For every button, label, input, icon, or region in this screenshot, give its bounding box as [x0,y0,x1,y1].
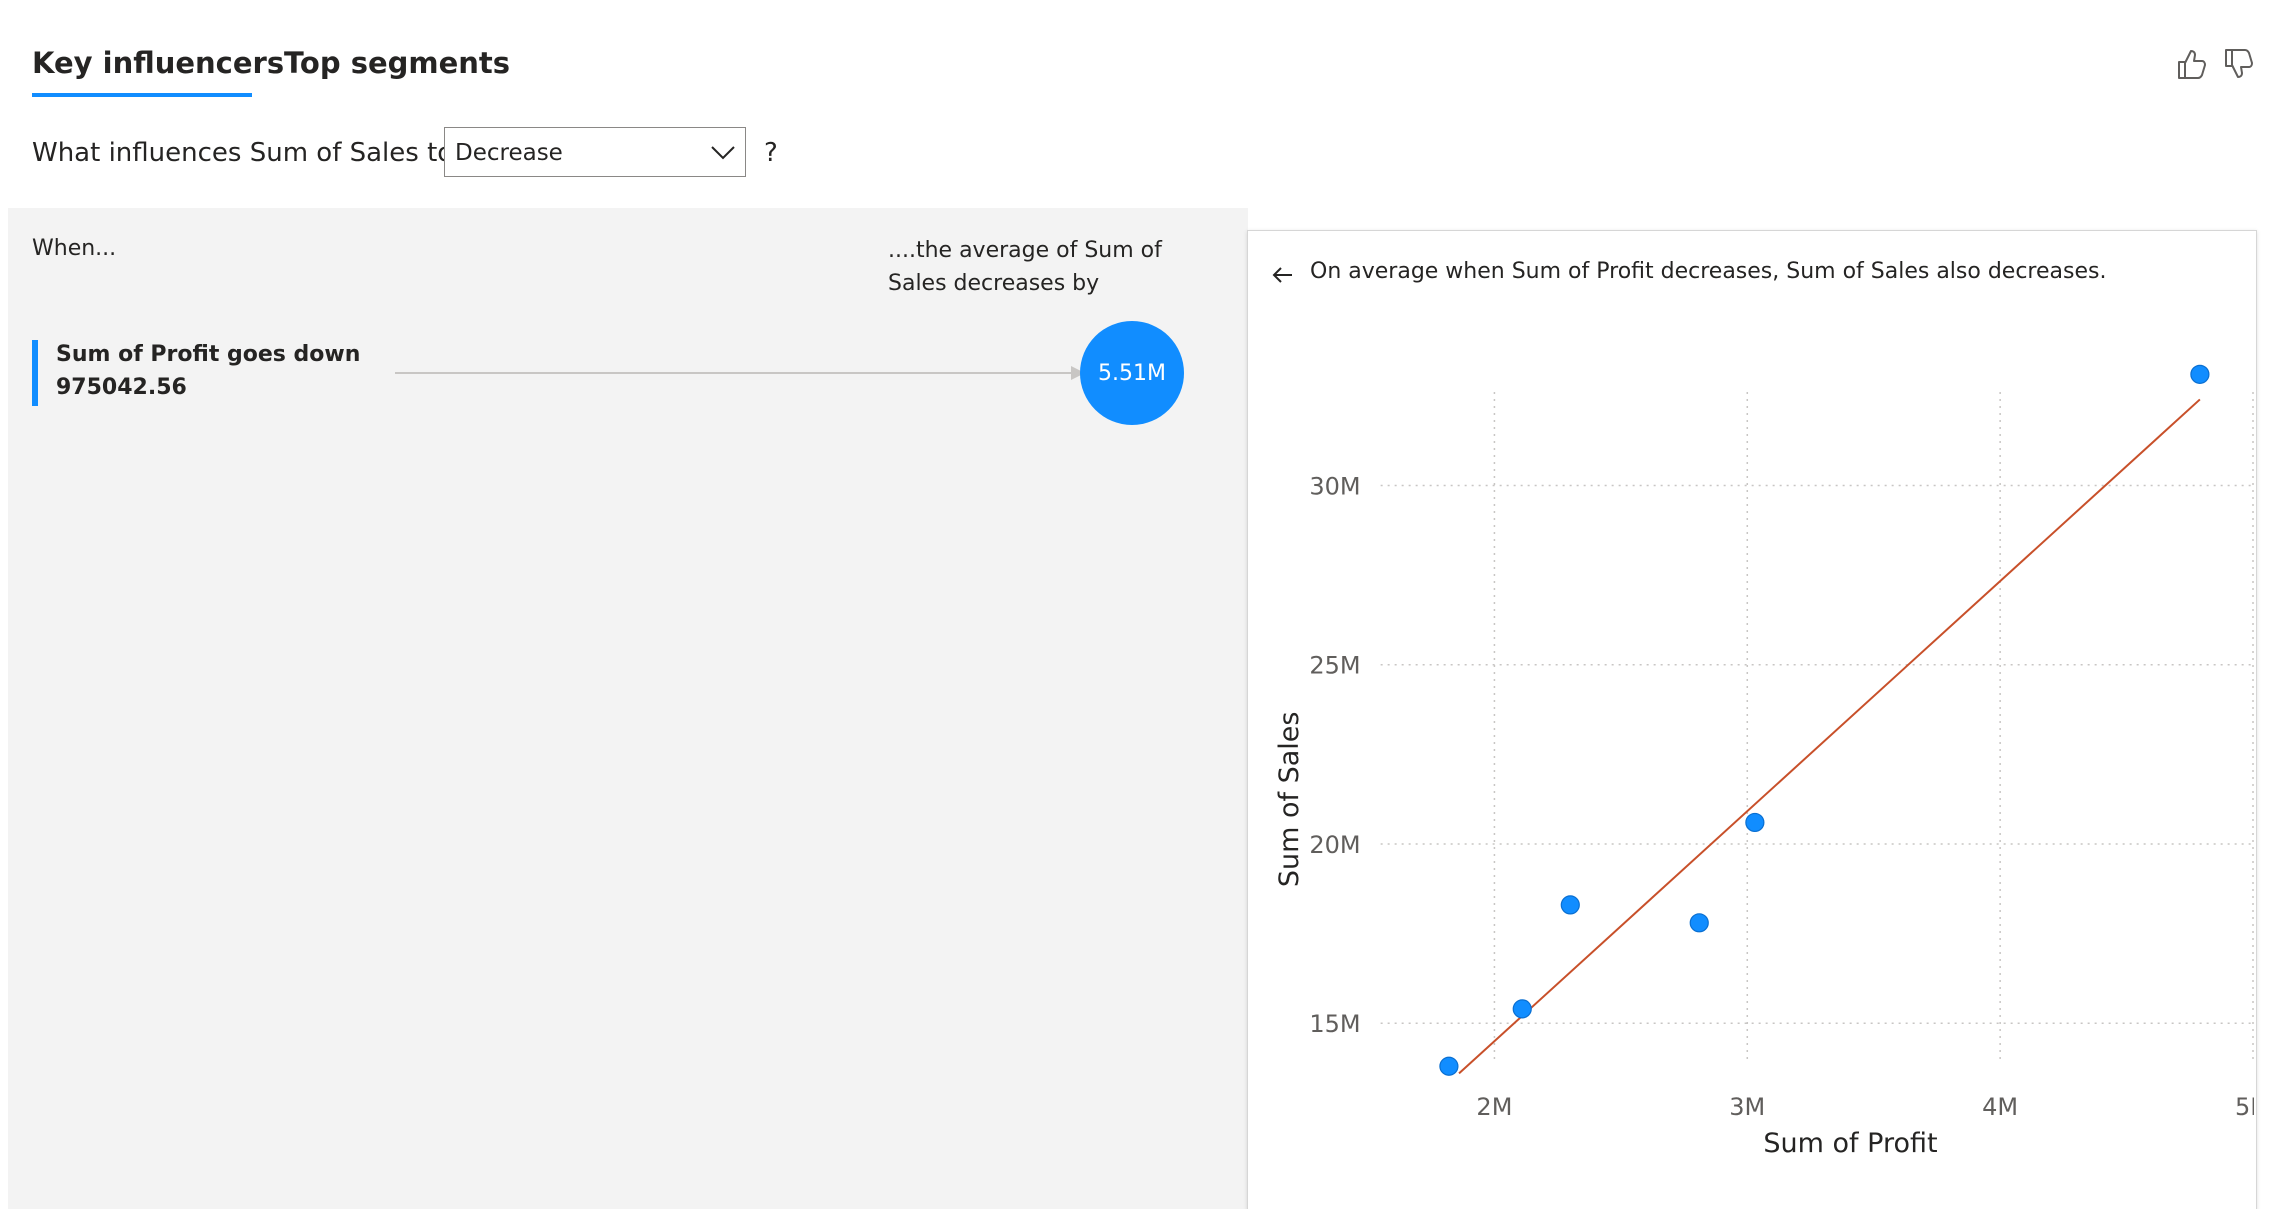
question-label: What influences Sum of Sales to [32,138,454,168]
x-tick-label: 3M [1729,1093,1765,1121]
selected-indicator [32,340,38,406]
scatter-point [1560,895,1580,915]
x-tick-label: 5M [2235,1093,2254,1121]
y-axis-title: Sum of Sales [1274,712,1305,888]
outcome-dropdown[interactable]: Decrease [444,127,746,177]
influencer-value: 975042.56 [56,375,187,400]
scatter-point [2190,364,2210,384]
when-column-header: When... [32,236,117,261]
x-tick-label: 2M [1476,1093,1512,1121]
scatter-point [1745,812,1765,833]
scatter-chart: 2M 3M 4M 5M 15M 20M 25M 30M Sum of Profit Sum of … [1274,364,2254,1159]
influencer-connector-arrow [395,366,1085,380]
thumbs-up-icon[interactable] [2175,46,2209,82]
scatter-point [1689,913,1709,933]
back-arrow-icon[interactable] [1270,260,1296,290]
scatter-point [1512,999,1532,1019]
y-tick-label: 25M [1309,652,1360,680]
dropdown-selected-value: Decrease [455,140,563,166]
detail-description: On average when Sum of Profit decreases,… [1310,259,2107,284]
tab-key-influencers[interactable]: Key influencers [32,46,284,80]
key-influencers-visual: Key influencers Top segments What influe… [0,0,2270,1209]
thumbs-down-icon[interactable] [2222,46,2256,82]
chevron-down-icon [709,141,737,163]
y-tick-label: 30M [1309,472,1360,500]
question-mark: ? [764,138,778,168]
y-tick-label: 15M [1309,1010,1360,1038]
trend-line [1458,398,2201,1075]
active-tab-indicator [32,93,252,97]
tab-top-segments[interactable]: Top segments [284,46,510,80]
influencer-name: Sum of Profit goes down [56,342,361,367]
y-tick-label: 20M [1309,831,1360,859]
impact-bubble[interactable]: 5.51M [1080,321,1184,425]
x-axis-title: Sum of Profit [1763,1128,1937,1159]
x-tick-label: 4M [1982,1093,2018,1121]
scatter-point [1439,1056,1459,1076]
impact-column-header: ....the average of Sum of Sales decrease… [888,238,1162,296]
